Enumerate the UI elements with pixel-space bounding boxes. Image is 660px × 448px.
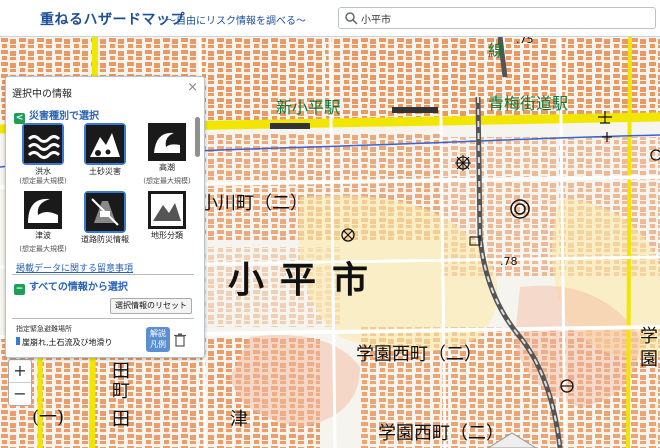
- tsunami-icon: [24, 191, 62, 229]
- header-bar: 重ねるハザードマップ ～自由にリスク情報を調べる～ 小平市: [0, 0, 660, 37]
- hazard-sub: (想定最大規模): [16, 176, 70, 186]
- terrain-icon: [148, 191, 186, 229]
- hazard-sub: (想定最大規模): [16, 244, 70, 254]
- hazard-terrain[interactable]: 地形分類: [140, 191, 194, 241]
- hazard-flood[interactable]: 洪水: [16, 123, 70, 177]
- section-all-info-label: すべての情報から選択: [29, 282, 128, 293]
- legend-item: 崖崩れ,土石流及び地滑り: [16, 337, 113, 348]
- legend-title: 指定緊急避難場所: [16, 325, 72, 333]
- zoom-control: + −: [8, 359, 32, 406]
- zoom-in-button[interactable]: +: [9, 360, 31, 383]
- section-hazard-type[interactable]: < 災害種別で選択: [14, 107, 99, 124]
- elevation-label: .75: [516, 37, 534, 46]
- city-label-kodaira: 小平市: [228, 259, 385, 301]
- hazard-label: 道路防災情報: [81, 235, 129, 244]
- station-label-shin-kodaira: 新小平駅: [276, 98, 341, 117]
- search-input[interactable]: 小平市: [338, 7, 656, 29]
- town-label-tsu: 津: [230, 409, 248, 430]
- hazard-sublabel: (想定最大規模): [19, 177, 67, 185]
- search-value: 小平市: [361, 15, 391, 26]
- caution-link[interactable]: 掲載データに関する留意事項: [16, 261, 133, 274]
- collapse-icon: −: [14, 284, 25, 295]
- town-label-tamachi: 田: [112, 409, 130, 430]
- town-label-ogawa: 小川町（二）: [200, 193, 308, 214]
- search-icon: [345, 12, 358, 25]
- app-subtitle: ～自由にリスク情報を調べる～: [166, 16, 306, 27]
- close-icon[interactable]: ×: [187, 80, 198, 95]
- hazard-sub: (想定最大規模): [140, 176, 194, 186]
- hazard-label: 津波: [35, 231, 51, 240]
- hazard-sublabel: (想定最大規模): [143, 177, 191, 185]
- hazard-road-disaster[interactable]: 道路防災情報: [78, 191, 132, 245]
- legend-explain-button[interactable]: 解説 凡例: [146, 327, 170, 352]
- town-label-gakuen-nishi: 学園西町（二）: [356, 344, 482, 365]
- trash-icon[interactable]: [174, 333, 186, 347]
- hazard-sublabel: (想定最大規模): [19, 245, 67, 253]
- app-title[interactable]: 重ねるハザードマップ: [40, 9, 185, 29]
- legend-item-label: 崖崩れ,土石流及び地滑り: [22, 338, 113, 347]
- hazard-storm-surge[interactable]: 高潮: [140, 123, 194, 173]
- town-label-ichi: (一): [32, 407, 65, 428]
- station-label-oume-kaido: 青梅街道駅: [488, 94, 569, 113]
- section-all-info[interactable]: − すべての情報から選択: [14, 278, 128, 295]
- divider: [12, 318, 194, 319]
- town-label-cho: 町: [112, 381, 130, 402]
- elevation-label: .78: [500, 255, 518, 268]
- road-disaster-icon: [84, 191, 126, 233]
- hazard-label: 土砂災害: [89, 167, 121, 176]
- landslide-icon: [84, 123, 126, 165]
- hazard-label: 高潮: [159, 163, 175, 172]
- line-label: 線: [488, 41, 505, 60]
- town-label-edge: 園: [640, 349, 658, 370]
- panel-scrollbar[interactable]: [195, 117, 200, 157]
- hazard-landslide[interactable]: 土砂災害: [78, 123, 132, 177]
- town-label-gakuen-nishi: 学園西町（二）: [378, 423, 504, 444]
- legend-explain-label: 解説 凡例: [150, 329, 166, 349]
- hazard-label: 地形分類: [151, 231, 183, 240]
- flood-icon: [22, 123, 64, 165]
- panel-title: 選択中の情報: [12, 89, 72, 100]
- selection-panel: 選択中の情報 × < 災害種別で選択 洪水 土砂災害 高潮 (想定最大規模) (想…: [5, 76, 205, 358]
- zoom-out-button[interactable]: −: [9, 383, 31, 405]
- divider: [12, 274, 194, 275]
- storm-surge-icon: [148, 123, 186, 161]
- hazard-tsunami[interactable]: 津波: [16, 191, 70, 241]
- section-hazard-type-label: 災害種別で選択: [29, 111, 99, 122]
- legend-marker-icon: [16, 337, 20, 345]
- reset-selection-button[interactable]: 選択情報のリセット: [110, 298, 192, 314]
